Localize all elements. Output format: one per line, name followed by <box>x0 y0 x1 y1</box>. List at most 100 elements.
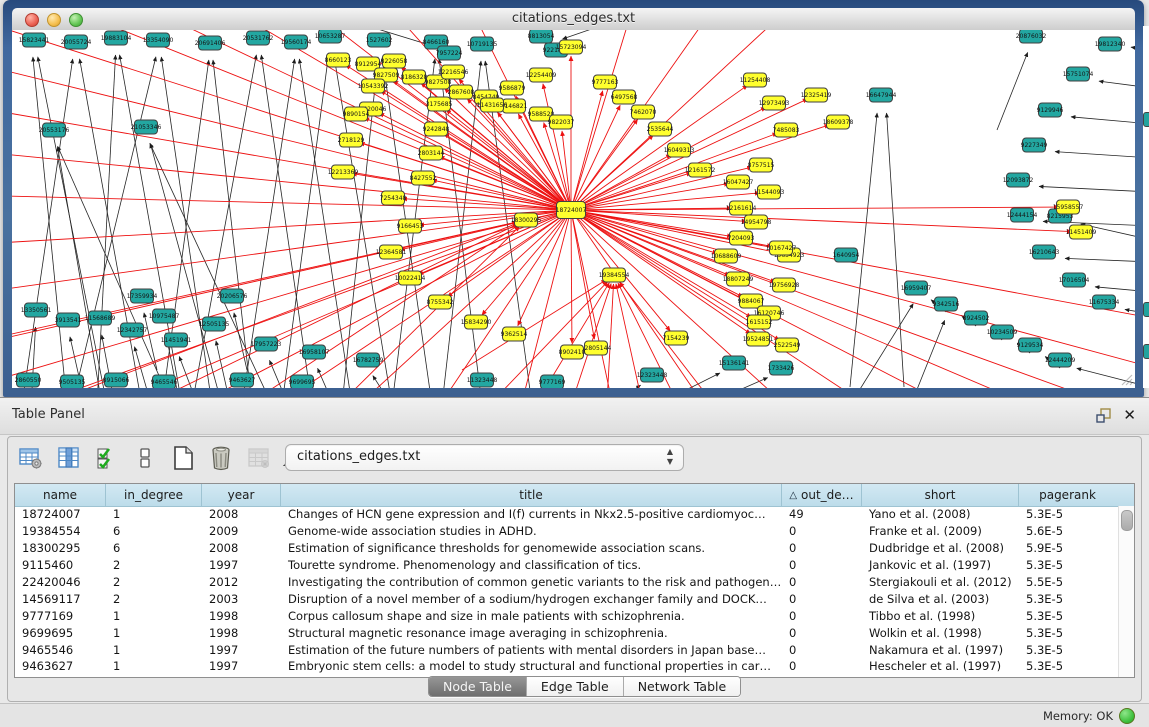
row-height-icon[interactable] <box>132 445 158 471</box>
network-node-yellow[interactable]: 10543392 <box>358 79 389 93</box>
delete-column-icon[interactable] <box>208 445 234 471</box>
network-node-yellow[interactable]: 8755342 <box>427 295 454 309</box>
network-node-teal[interactable]: 3913541 <box>55 313 82 327</box>
network-node-yellow[interactable]: 18724007 <box>556 202 587 219</box>
network-node-yellow[interactable]: 8660123 <box>325 53 352 67</box>
tab-node-table[interactable]: Node Table <box>429 677 527 696</box>
network-node-teal[interactable]: 20531762 <box>243 31 274 45</box>
network-node-teal[interactable]: 15136141 <box>719 356 750 370</box>
network-node-yellow[interactable]: 9822037 <box>548 115 575 129</box>
network-node-teal[interactable]: 12505135 <box>199 317 230 331</box>
network-node-teal[interactable]: 10975487 <box>149 309 180 323</box>
network-node-yellow[interactable]: 7485083 <box>773 123 800 137</box>
network-node-yellow[interactable]: 7462070 <box>630 105 657 119</box>
show-columns-icon[interactable] <box>56 445 82 471</box>
network-node-teal[interactable]: 12093872 <box>1003 173 1034 187</box>
network-node-yellow[interactable]: 8226058 <box>381 54 408 68</box>
network-node-yellow[interactable]: 9362514 <box>501 327 528 341</box>
network-node-teal[interactable]: 8813054 <box>528 30 555 43</box>
citation-nodes[interactable]: 1582344120055724198831041335409020691406… <box>15 30 1126 388</box>
select-rows-icon[interactable] <box>94 445 120 471</box>
network-node-teal[interactable]: 12342757 <box>117 323 148 337</box>
table-row[interactable]: 946362711997Embryonic stem cells: a mode… <box>15 658 1119 675</box>
network-node-teal[interactable]: 9342516 <box>933 297 960 311</box>
network-node-teal[interactable]: 9505135 <box>59 375 86 388</box>
network-node-yellow[interactable]: 19524851 <box>743 332 774 346</box>
network-node-yellow[interactable]: 10688609 <box>711 249 742 263</box>
table-row[interactable]: 1872400712008Changes of HCN gene express… <box>15 506 1119 523</box>
network-node-yellow[interactable]: 8902410 <box>559 345 586 359</box>
network-node-yellow[interactable]: 12973493 <box>759 96 790 110</box>
network-node-teal[interactable]: 9227349 <box>1021 138 1048 152</box>
table-row[interactable]: 1456911722003Disruption of a novel membe… <box>15 590 1119 607</box>
network-node-yellow[interactable]: 15958557 <box>1053 200 1084 214</box>
network-node-teal[interactable]: 21053346 <box>131 120 162 134</box>
network-node-teal[interactable]: 16958107 <box>299 345 330 359</box>
citation-network-graph[interactable]: 1582344120055724198831041335409020691406… <box>12 30 1135 388</box>
network-node-teal[interactable]: 13354090 <box>143 33 174 47</box>
network-node-teal[interactable]: 9129534 <box>1017 338 1044 352</box>
network-node-teal[interactable]: 12444154 <box>1007 208 1038 222</box>
network-node-yellow[interactable]: 11254408 <box>740 73 771 87</box>
network-node-yellow[interactable]: 7254348 <box>380 191 407 205</box>
column-header-title[interactable]: title <box>281 484 782 506</box>
network-node-yellow[interactable]: 2867608 <box>448 85 475 99</box>
table-row[interactable]: 946554611997Estimation of the future num… <box>15 641 1119 658</box>
create-column-icon[interactable] <box>170 445 196 471</box>
network-node-teal[interactable]: 17957223 <box>251 337 282 351</box>
network-node-yellow[interactable]: 10022414 <box>395 271 426 285</box>
network-node-teal[interactable]: 12323448 <box>637 368 668 382</box>
network-node-teal[interactable]: 10234509 <box>987 325 1018 339</box>
column-header-outde[interactable]: △out_de… <box>782 484 862 506</box>
network-node-yellow[interactable]: 12325419 <box>801 88 832 102</box>
network-node-teal[interactable]: 10653287 <box>315 30 346 43</box>
network-node-teal[interactable]: 20691406 <box>195 36 226 50</box>
table-row[interactable]: 911546021997Tourette syndrome. Phenomeno… <box>15 557 1119 574</box>
network-node-teal[interactable]: 13350561 <box>21 303 52 317</box>
network-node-teal[interactable]: 1527602 <box>366 33 393 47</box>
close-panel-icon[interactable]: ✕ <box>1123 406 1136 424</box>
network-node-teal[interactable]: 19560174 <box>281 35 312 49</box>
network-node-yellow[interactable]: 15834290 <box>461 315 492 329</box>
network-node-teal[interactable]: 10719135 <box>467 37 498 51</box>
float-panel-icon[interactable] <box>1096 408 1111 423</box>
network-node-yellow[interactable]: 16049313 <box>664 143 695 157</box>
network-node-teal[interactable]: 20055724 <box>61 35 92 49</box>
network-node-yellow[interactable]: 15723094 <box>556 40 587 54</box>
network-node-teal[interactable]: 15751074 <box>1063 67 1094 81</box>
network-node-yellow[interactable]: 3175685 <box>426 97 453 111</box>
column-header-indegree[interactable]: in_degree <box>106 484 202 506</box>
network-node-teal[interactable]: 9699695 <box>289 375 316 388</box>
column-header-pagerank[interactable]: pagerank <box>1019 484 1116 506</box>
table-mode-icon[interactable] <box>18 445 44 471</box>
network-node-teal[interactable]: 16210643 <box>1029 245 1060 259</box>
network-node-teal[interactable]: 19812340 <box>1095 37 1126 51</box>
network-node-yellow[interactable]: 8427552 <box>410 171 437 185</box>
network-node-yellow[interactable]: 18300295 <box>511 213 542 227</box>
network-node-yellow[interactable]: 9890154 <box>343 107 370 121</box>
network-node-teal[interactable]: 17016504 <box>1059 273 1090 287</box>
network-node-yellow[interactable]: 2522549 <box>774 338 801 352</box>
network-node-yellow[interactable]: 18609378 <box>823 115 854 129</box>
network-node-teal[interactable]: 11675334 <box>1089 295 1120 309</box>
network-node-yellow[interactable]: 9242848 <box>423 122 450 136</box>
network-node-teal[interactable]: 1733426 <box>768 361 795 375</box>
network-node-teal[interactable]: 17359934 <box>127 289 158 303</box>
network-node-yellow[interactable]: 14954798 <box>741 215 772 229</box>
network-node-teal[interactable]: 20553176 <box>39 123 70 137</box>
network-node-teal[interactable]: 11568689 <box>85 311 116 325</box>
network-node-teal[interactable]: 9777169 <box>539 375 566 388</box>
network-node-teal[interactable]: 8924502 <box>963 311 990 325</box>
network-node-yellow[interactable]: 7154239 <box>663 331 690 345</box>
network-node-teal[interactable]: 16647944 <box>866 88 897 102</box>
network-node-yellow[interactable]: 2803144 <box>418 146 445 160</box>
table-row[interactable]: 969969511998Structural magnetic resonanc… <box>15 624 1119 641</box>
network-node-teal[interactable]: 8915066 <box>103 373 130 387</box>
network-node-teal[interactable]: 15823441 <box>19 33 50 47</box>
network-node-yellow[interactable]: 12213369 <box>328 165 359 179</box>
network-node-teal[interactable]: 9465546 <box>151 375 178 388</box>
network-node-yellow[interactable]: 12254409 <box>526 68 557 82</box>
table-selector-combobox[interactable]: citations_edges.txt ▲▼ <box>285 444 684 471</box>
network-node-yellow[interactable]: 9777163 <box>592 75 619 89</box>
network-node-yellow[interactable]: 18807249 <box>723 272 754 286</box>
